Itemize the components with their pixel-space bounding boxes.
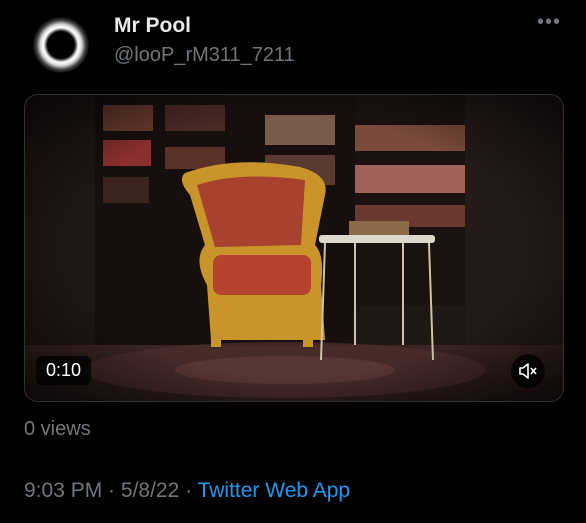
- video-player[interactable]: 0:10: [24, 94, 564, 402]
- tweet-date[interactable]: 5/8/22: [121, 479, 179, 502]
- tweet-time[interactable]: 9:03 PM: [24, 479, 102, 502]
- video-duration-badge: 0:10: [36, 356, 92, 385]
- source-app-link[interactable]: Twitter Web App: [198, 479, 351, 502]
- view-count: 0 views: [24, 418, 91, 440]
- separator: ·: [102, 479, 121, 502]
- mute-toggle-button[interactable]: [511, 354, 545, 388]
- speaker-muted-icon: [519, 363, 537, 379]
- separator: ·: [179, 479, 198, 502]
- user-handle[interactable]: @looP_rM311_7211: [114, 44, 295, 67]
- video-frame: [25, 95, 563, 401]
- user-display-name[interactable]: Mr Pool: [114, 14, 191, 38]
- tweet-metadata: 9:03 PM · 5/8/22 · Twitter Web App: [24, 479, 350, 503]
- user-avatar[interactable]: [33, 17, 89, 73]
- more-options-icon[interactable]: •••: [537, 12, 561, 32]
